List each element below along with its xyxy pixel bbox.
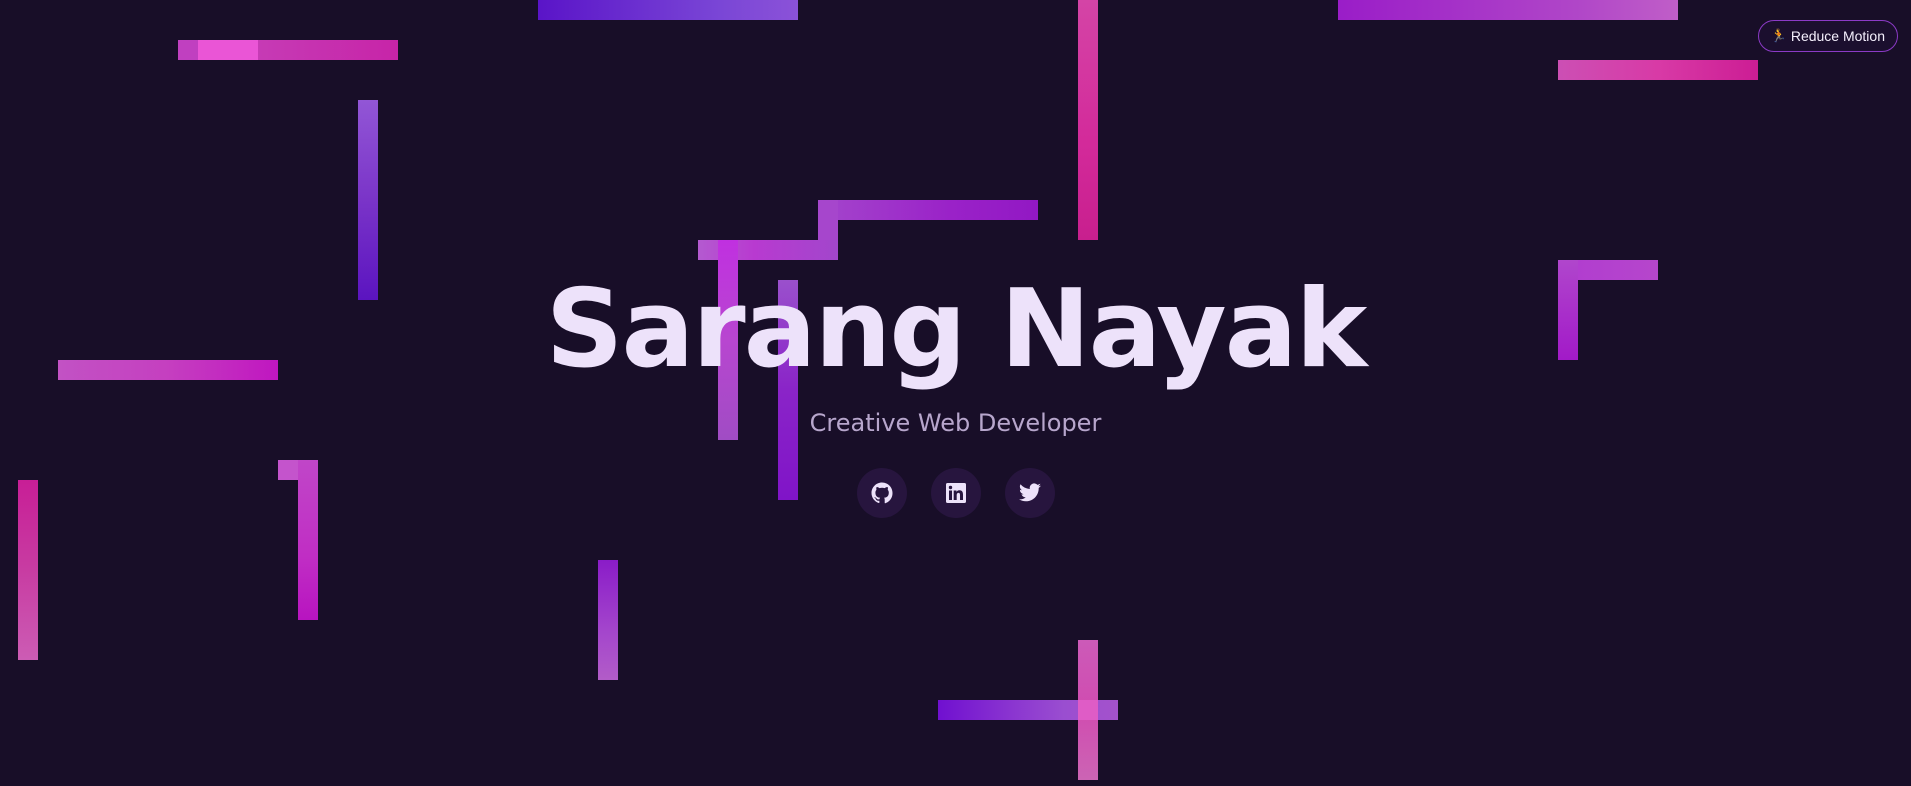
github-icon: [871, 482, 893, 504]
twitter-icon: [1018, 483, 1041, 502]
decorative-bar: [178, 40, 398, 60]
hero-section: Sarang Nayak Creative Web Developer: [0, 270, 1911, 518]
decorative-bar: [1078, 0, 1098, 240]
decorative-bar: [818, 200, 1038, 220]
running-person-icon: 🏃: [1770, 28, 1787, 43]
hero-tagline: Creative Web Developer: [809, 409, 1102, 437]
decorative-bar: [1558, 60, 1758, 80]
reduce-motion-button[interactable]: 🏃 Reduce Motion: [1757, 20, 1898, 52]
github-link[interactable]: [856, 468, 907, 518]
decorative-bar: [1078, 700, 1098, 720]
decorative-bar: [538, 0, 798, 20]
hero-background: Sarang Nayak Creative Web Developer 🏃 Re…: [0, 0, 1911, 786]
decorative-bar: [598, 560, 618, 680]
reduce-motion-label: Reduce Motion: [1790, 28, 1885, 44]
twitter-link[interactable]: [1004, 468, 1055, 518]
linkedin-icon: [945, 483, 966, 503]
linkedin-link[interactable]: [930, 468, 981, 518]
decorative-bar: [1338, 0, 1678, 20]
social-links: [0, 468, 1911, 518]
hero-name: Sarang Nayak: [545, 267, 1368, 392]
